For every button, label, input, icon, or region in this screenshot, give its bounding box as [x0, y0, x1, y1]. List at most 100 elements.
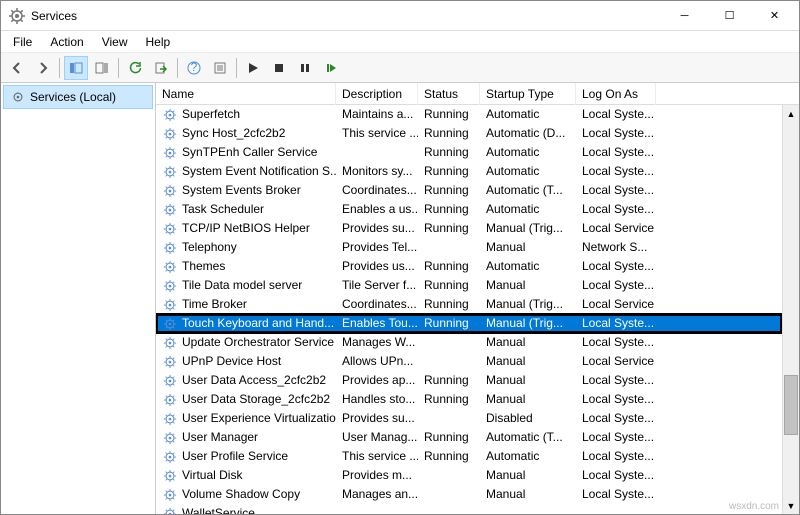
refresh-button[interactable] — [123, 56, 147, 80]
service-row[interactable]: User Data Storage_2cfc2b2Handles sto...R… — [156, 390, 782, 409]
service-row[interactable]: User Data Access_2cfc2b2Provides ap...Ru… — [156, 371, 782, 390]
service-startup-cell: Manual — [480, 238, 576, 257]
service-status-cell: Running — [418, 314, 480, 333]
menu-help[interactable]: Help — [138, 33, 179, 51]
service-name: Task Scheduler — [182, 200, 264, 219]
pause-service-button[interactable] — [293, 56, 317, 80]
service-row[interactable]: Volume Shadow CopyManages an...ManualLoc… — [156, 485, 782, 504]
service-row[interactable]: System Event Notification S...Monitors s… — [156, 162, 782, 181]
service-gear-icon — [162, 259, 178, 275]
scroll-down-button[interactable]: ▼ — [783, 497, 799, 514]
console-tree[interactable]: Services (Local) — [1, 83, 156, 514]
service-description-cell: Monitors sy... — [336, 162, 418, 181]
service-gear-icon — [162, 354, 178, 370]
service-row[interactable]: Time BrokerCoordinates...RunningManual (… — [156, 295, 782, 314]
service-row[interactable]: TCP/IP NetBIOS HelperProvides su...Runni… — [156, 219, 782, 238]
vertical-scrollbar[interactable]: ▲ ▼ — [782, 105, 799, 514]
service-row[interactable]: WalletService — [156, 504, 782, 514]
service-row[interactable]: User Profile ServiceThis service ...Runn… — [156, 447, 782, 466]
menu-bar: File Action View Help — [1, 31, 799, 53]
service-description-cell: Provides su... — [336, 219, 418, 238]
watermark: wsxdn.com — [729, 501, 779, 512]
service-startup-cell: Manual — [480, 485, 576, 504]
service-name: User Data Access_2cfc2b2 — [182, 371, 326, 390]
scroll-thumb[interactable] — [784, 375, 798, 435]
service-gear-icon — [162, 126, 178, 142]
service-row[interactable]: SynTPEnh Caller ServiceRunningAutomaticL… — [156, 143, 782, 162]
service-row[interactable]: User Experience Virtualizatio...Provides… — [156, 409, 782, 428]
service-startup-cell — [480, 504, 576, 514]
service-startup-cell: Automatic — [480, 105, 576, 124]
service-row[interactable]: Touch Keyboard and Hand...Enables Tou...… — [156, 314, 782, 333]
service-startup-cell: Automatic — [480, 447, 576, 466]
service-name: WalletService — [182, 504, 255, 514]
scroll-up-button[interactable]: ▲ — [783, 105, 799, 122]
export-list-button[interactable] — [149, 56, 173, 80]
maximize-button[interactable]: ☐ — [707, 2, 752, 30]
stop-service-button[interactable] — [267, 56, 291, 80]
help-button[interactable]: ? — [182, 56, 206, 80]
service-status-cell: Running — [418, 162, 480, 181]
service-description-cell: Enables Tou... — [336, 314, 418, 333]
service-row[interactable]: Virtual DiskProvides m...ManualLocal Sys… — [156, 466, 782, 485]
service-row[interactable]: Sync Host_2cfc2b2This service ...Running… — [156, 124, 782, 143]
service-logon-cell: Local Syste... — [576, 485, 656, 504]
menu-file[interactable]: File — [5, 33, 40, 51]
service-row[interactable]: User ManagerUser Manag...RunningAutomati… — [156, 428, 782, 447]
service-row[interactable]: SuperfetchMaintains a...RunningAutomatic… — [156, 105, 782, 124]
service-description-cell: Maintains a... — [336, 105, 418, 124]
service-name-cell: User Data Access_2cfc2b2 — [156, 371, 336, 390]
service-description-cell: Coordinates... — [336, 295, 418, 314]
service-gear-icon — [162, 164, 178, 180]
menu-view[interactable]: View — [94, 33, 136, 51]
column-header-log-on-as[interactable]: Log On As — [576, 83, 656, 105]
services-list-pane: Name Description Status Startup Type Log… — [156, 83, 799, 514]
service-name: Themes — [182, 257, 225, 276]
properties-button[interactable] — [208, 56, 232, 80]
column-header-description[interactable]: Description — [336, 83, 418, 105]
service-gear-icon — [162, 430, 178, 446]
service-description-cell — [336, 143, 418, 162]
service-name-cell: System Event Notification S... — [156, 162, 336, 181]
service-row[interactable]: TelephonyProvides Tel...ManualNetwork S.… — [156, 238, 782, 257]
close-button[interactable]: ✕ — [752, 2, 797, 30]
show-hide-action-pane-button[interactable] — [90, 56, 114, 80]
forward-button[interactable] — [31, 56, 55, 80]
service-status-cell: Running — [418, 447, 480, 466]
service-startup-cell: Manual (Trig... — [480, 314, 576, 333]
show-hide-console-tree-button[interactable] — [64, 56, 88, 80]
service-row[interactable]: Task SchedulerEnables a us...RunningAuto… — [156, 200, 782, 219]
restart-service-button[interactable] — [319, 56, 343, 80]
service-description-cell: Provides ap... — [336, 371, 418, 390]
service-logon-cell: Local Syste... — [576, 257, 656, 276]
tree-node-services-local[interactable]: Services (Local) — [3, 85, 153, 109]
service-startup-cell: Manual — [480, 276, 576, 295]
service-status-cell — [418, 333, 480, 352]
service-description-cell: Provides us... — [336, 257, 418, 276]
list-body[interactable]: SuperfetchMaintains a...RunningAutomatic… — [156, 105, 782, 514]
menu-action[interactable]: Action — [42, 33, 91, 51]
toolbar-separator — [59, 58, 60, 78]
service-startup-cell: Manual — [480, 371, 576, 390]
service-row[interactable]: Tile Data model serverTile Server f...Ru… — [156, 276, 782, 295]
service-startup-cell: Manual — [480, 466, 576, 485]
service-status-cell: Running — [418, 219, 480, 238]
service-status-cell — [418, 238, 480, 257]
service-name-cell: TCP/IP NetBIOS Helper — [156, 219, 336, 238]
column-header-status[interactable]: Status — [418, 83, 480, 105]
service-description-cell: Provides m... — [336, 466, 418, 485]
service-logon-cell: Local Syste... — [576, 428, 656, 447]
service-row[interactable]: System Events BrokerCoordinates...Runnin… — [156, 181, 782, 200]
start-service-button[interactable] — [241, 56, 265, 80]
service-name-cell: Update Orchestrator Service — [156, 333, 336, 352]
column-header-name[interactable]: Name — [156, 83, 336, 105]
service-row[interactable]: ThemesProvides us...RunningAutomaticLoca… — [156, 257, 782, 276]
service-status-cell — [418, 504, 480, 514]
back-button[interactable] — [5, 56, 29, 80]
column-header-startup-type[interactable]: Startup Type — [480, 83, 576, 105]
service-startup-cell: Automatic (T... — [480, 181, 576, 200]
minimize-button[interactable]: ─ — [662, 2, 707, 30]
service-row[interactable]: Update Orchestrator ServiceManages W...M… — [156, 333, 782, 352]
service-row[interactable]: UPnP Device HostAllows UPn...ManualLocal… — [156, 352, 782, 371]
service-name: Update Orchestrator Service — [182, 333, 334, 352]
